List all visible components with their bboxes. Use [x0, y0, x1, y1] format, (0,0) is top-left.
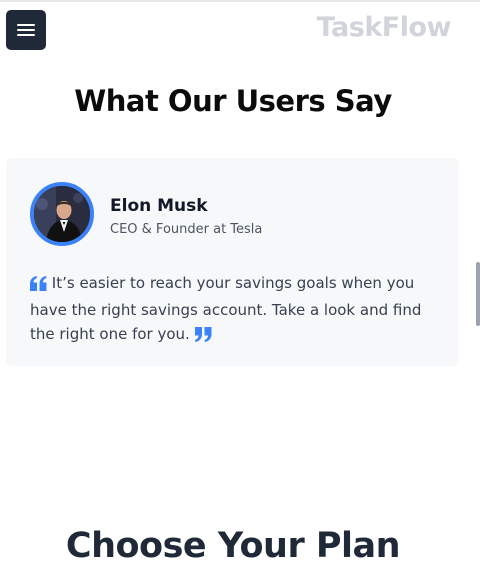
quote-close-icon — [194, 325, 212, 349]
testimonial-name: Elon Musk — [110, 196, 208, 216]
scrollbar[interactable] — [474, 0, 480, 585]
scrollbar-thumb[interactable] — [476, 262, 480, 326]
testimonials-title: What Our Users Say — [74, 84, 392, 118]
testimonial-role: CEO & Founder at Tesla — [110, 222, 263, 237]
testimonial-quote: It’s easier to reach your savings goals … — [30, 271, 445, 349]
top-divider — [0, 0, 480, 2]
testimonial-card: Elon Musk CEO & Founder at Tesla It’s ea… — [6, 158, 459, 366]
testimonial-quote-text: It’s easier to reach your savings goals … — [30, 274, 422, 343]
hamburger-menu-icon — [16, 22, 36, 38]
quote-open-icon — [30, 274, 47, 298]
brand-logo[interactable]: TaskFlow — [317, 12, 452, 43]
menu-button[interactable] — [6, 10, 46, 50]
avatar — [30, 182, 94, 246]
pricing-title: Choose Your Plan — [65, 526, 401, 566]
